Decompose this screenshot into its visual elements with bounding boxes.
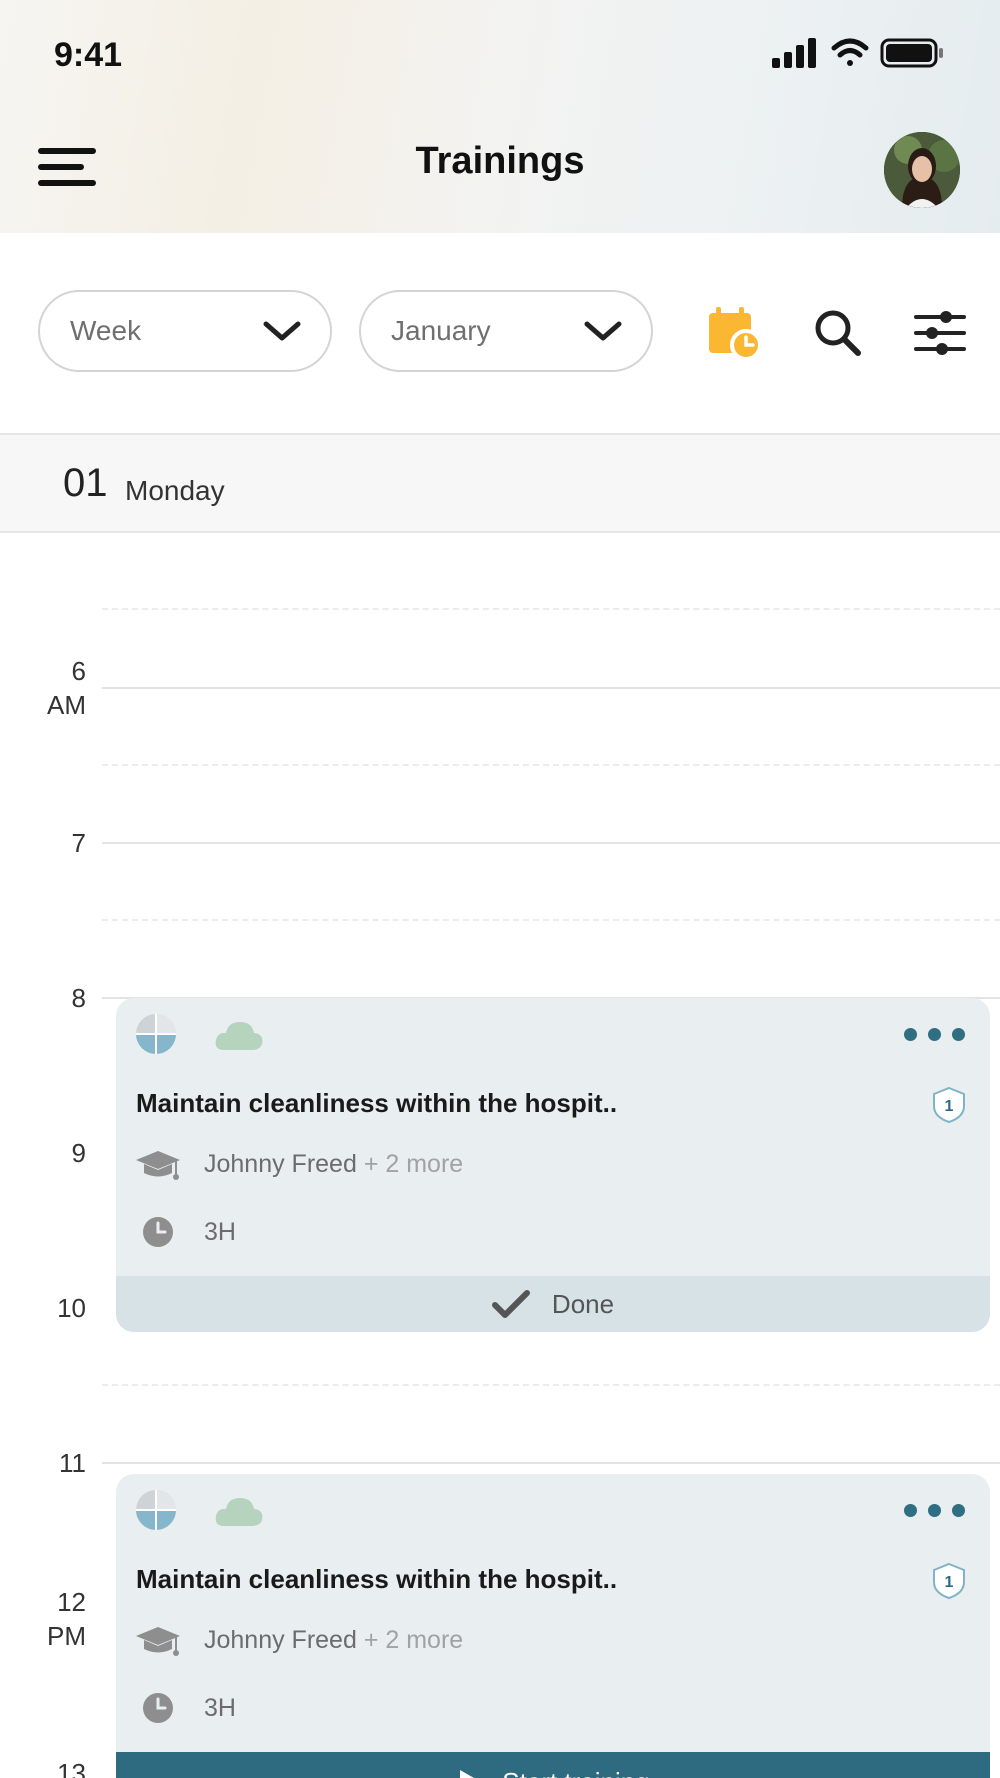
app-header: 9:41 Trainings: [0, 0, 1000, 233]
training-title[interactable]: Maintain cleanliness within the hospit..: [136, 1564, 617, 1595]
start-training-button[interactable]: Start training: [116, 1752, 990, 1778]
hour-line: [102, 842, 1000, 844]
more-options-button[interactable]: [904, 1024, 966, 1044]
battery-icon: [880, 38, 943, 68]
chevron-down-icon: [584, 321, 622, 341]
hour-label-8: 8: [71, 983, 86, 1013]
wifi-icon: [831, 38, 869, 66]
search-icon[interactable]: [810, 305, 866, 361]
training-card[interactable]: Maintain cleanliness within the hospit..…: [116, 1474, 990, 1778]
page-title: Trainings: [415, 140, 585, 182]
instructor-name: Johnny Freed: [204, 1626, 357, 1654]
hour-label-12: 12 PM: [47, 1587, 86, 1651]
checkmark-icon: [491, 1290, 530, 1318]
hour-label-7: 7: [71, 828, 86, 858]
calendar-clock-icon[interactable]: [706, 305, 762, 361]
shield-badge-icon: 1: [933, 1086, 965, 1124]
more-participants: + 2 more: [363, 1150, 464, 1178]
period-select[interactable]: Week: [38, 290, 332, 372]
training-instructor: Johnny Freed + 2 more: [204, 1626, 463, 1655]
shield-badge-icon: 1: [933, 1562, 965, 1600]
training-card[interactable]: Maintain cleanliness within the hospit..…: [116, 998, 990, 1332]
month-select-value: January: [391, 315, 491, 346]
clock-icon: [143, 1693, 173, 1723]
hour-label-13: 13: [57, 1758, 86, 1778]
progress-pie-icon: [136, 1014, 176, 1054]
status-icons: [772, 38, 943, 68]
half-hour-line: [102, 608, 1000, 610]
status-time: 9:41: [54, 36, 123, 74]
progress-pie-icon: [136, 1490, 176, 1530]
half-hour-line: [102, 764, 1000, 766]
hour-line: [102, 1462, 1000, 1464]
avatar[interactable]: [884, 132, 960, 208]
hour-label-9: 9: [71, 1138, 86, 1168]
play-icon: [460, 1770, 475, 1778]
hour-label-11: 11: [59, 1448, 86, 1478]
chevron-down-icon: [263, 321, 301, 341]
graduation-cap-icon: [136, 1627, 180, 1656]
training-duration: 3H: [204, 1694, 236, 1722]
more-options-button[interactable]: [904, 1500, 966, 1520]
hour-line: [102, 687, 1000, 689]
training-duration: 3H: [204, 1218, 236, 1246]
training-badge-value: 1: [945, 1098, 954, 1115]
training-badge-value: 1: [945, 1574, 954, 1591]
start-training-label: Start training: [502, 1767, 649, 1778]
training-title[interactable]: Maintain cleanliness within the hospit..: [136, 1088, 617, 1119]
day-number: 01: [63, 461, 108, 505]
signal-icon: [772, 38, 816, 68]
day-header: 01 Monday: [0, 433, 1000, 533]
done-button[interactable]: Done: [116, 1276, 990, 1332]
cloud-icon: [215, 1498, 263, 1526]
avatar-image: [884, 132, 960, 208]
more-participants: + 2 more: [363, 1626, 464, 1654]
half-hour-line: [102, 919, 1000, 921]
month-select[interactable]: January: [359, 290, 653, 372]
graduation-cap-icon: [136, 1151, 180, 1180]
clock-icon: [143, 1217, 173, 1247]
cloud-icon: [215, 1022, 263, 1050]
half-hour-line: [102, 1384, 1000, 1386]
instructor-name: Johnny Freed: [204, 1150, 357, 1178]
done-label: Done: [551, 1288, 615, 1319]
period-select-value: Week: [70, 315, 142, 346]
filter-sliders-icon[interactable]: [912, 305, 968, 361]
hour-label-6: 6 AM: [47, 656, 86, 720]
hour-label-10: 10: [57, 1293, 86, 1323]
day-name: Monday: [125, 475, 225, 506]
training-instructor: Johnny Freed + 2 more: [204, 1150, 463, 1179]
